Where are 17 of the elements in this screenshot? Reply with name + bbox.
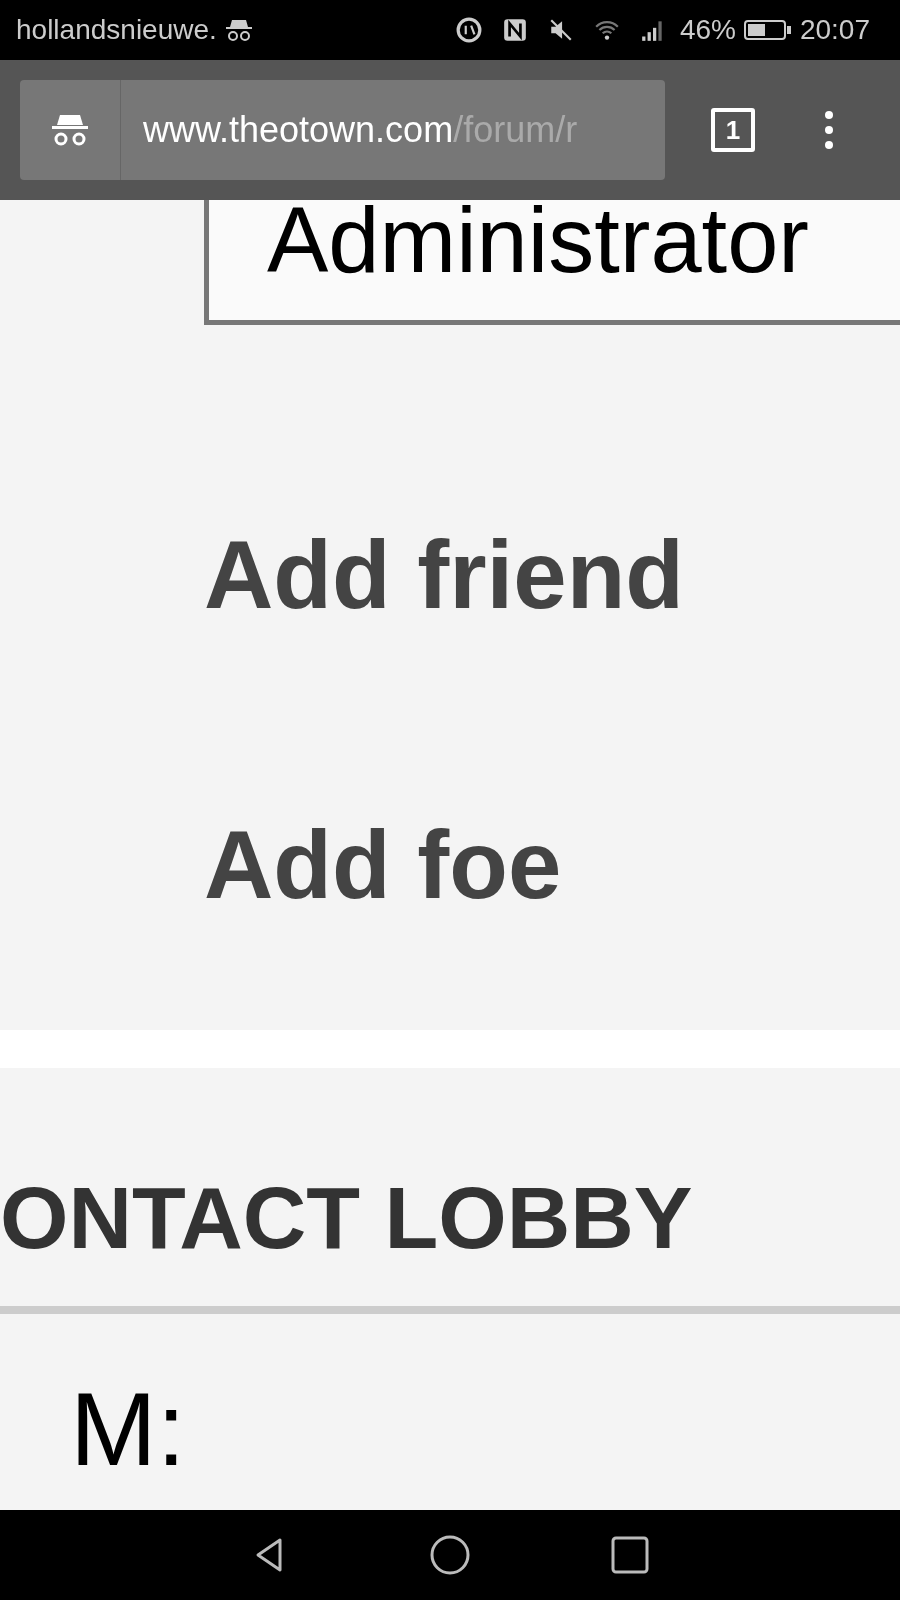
section-heading: ONTACT LOBBY <box>0 1167 694 1269</box>
field-label: M: <box>69 1370 187 1484</box>
rank-badge: Administrator <box>204 200 900 325</box>
data-saver-icon <box>455 17 482 43</box>
battery-percentage: 46% <box>679 14 736 46</box>
incognito-icon <box>50 113 90 147</box>
notification-text: hollandsnieuwe. <box>16 14 217 46</box>
home-icon[interactable] <box>430 1535 470 1575</box>
action-link[interactable]: Add foe <box>204 810 900 920</box>
incognito-icon <box>224 18 253 42</box>
recents-icon[interactable] <box>610 1535 650 1575</box>
tab-count-button[interactable]: 1 <box>711 108 755 152</box>
battery-icon <box>743 17 792 43</box>
clock: 20:07 <box>799 14 870 46</box>
menu-icon[interactable] <box>823 110 835 150</box>
nfc-icon <box>501 17 528 43</box>
action-link[interactable]: Add friend <box>204 520 900 630</box>
